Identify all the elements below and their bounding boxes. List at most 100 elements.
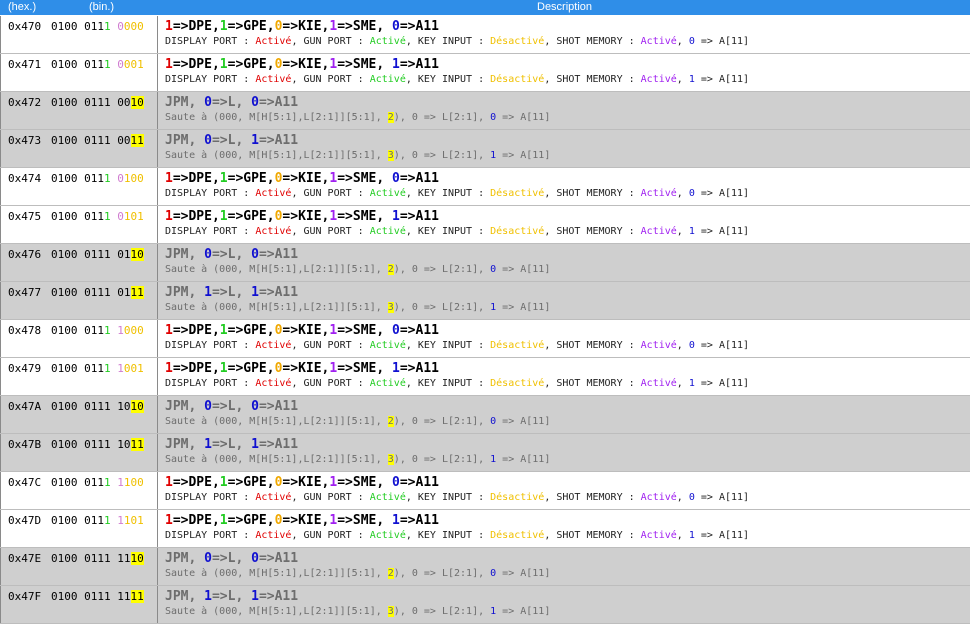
jpm-label: JPM, [165, 399, 205, 414]
hex-code: 0x47A [8, 400, 42, 413]
binary-digits-highlighted: 11 [130, 286, 144, 299]
table-row[interactable]: 0x47D 0100 0111 1101 1=>DPE,1=>GPE,0=>KIE,… [0, 510, 970, 548]
binary-digits-highlighted: 10 [130, 248, 144, 261]
binary-nibble-low: 0001 [117, 58, 144, 71]
binary-nibble-low: 1000 [117, 324, 144, 337]
hex-code: 0x47E [8, 552, 42, 565]
jpm-label: JPM, [165, 437, 205, 452]
hex-code: 0x471 [8, 58, 42, 71]
kie-label: =>KIE, [282, 513, 330, 528]
hex-code: 0x479 [8, 362, 42, 375]
instruction-mnemonic: JPM, 1=>L, 1=>A11 [165, 437, 550, 453]
table-row[interactable]: 0x470 0100 0111 0000 1=>DPE,1=>GPE,0=>KIE,… [0, 16, 970, 54]
a11-label: =>A11 [399, 513, 439, 528]
table-row[interactable]: 0x47A 0100 0111 1010 JPM, 0=>L, 0=>A11 Saut… [0, 396, 970, 434]
table-row[interactable]: 0x474 0100 0111 0100 1=>DPE,1=>GPE,0=>KIE,… [0, 168, 970, 206]
table-row[interactable]: 0x478 0100 0111 1000 1=>DPE,1=>GPE,0=>KIE,… [0, 320, 970, 358]
shot-memory-state: Activé [640, 530, 677, 541]
a11-label: => A[11] [496, 416, 551, 427]
a11-value: 1 [251, 133, 259, 148]
binary-nibble: 0111 [84, 476, 117, 489]
dpe-label: =>DPE, [172, 171, 220, 186]
description-cell: JPM, 0=>L, 1=>A11 Saute à (000, M[H[5:1],… [165, 133, 550, 163]
key-input-state: Désactivé [490, 226, 545, 237]
gun-port-state: Activé [369, 378, 406, 389]
binary-digit: 0 [84, 362, 91, 375]
key-input-state: Désactivé [490, 188, 545, 199]
a11-label: =>A11 [399, 323, 439, 338]
a11-value: 0 [392, 171, 400, 186]
hex-code: 0x47F [8, 590, 42, 603]
gpe-label: =>GPE, [227, 323, 275, 338]
gpe-label: =>GPE, [227, 361, 275, 376]
table-row[interactable]: 0x479 0100 0111 1001 1=>DPE,1=>GPE,0=>KIE,… [0, 358, 970, 396]
binary-nibble: 0100 [51, 590, 85, 603]
gpe-label: =>GPE, [227, 513, 275, 528]
l-reset-label: ), 0 => L[2:1], [393, 416, 491, 427]
a11-label: => A[11] [496, 150, 551, 161]
instruction-mnemonic: 1=>DPE,1=>GPE,0=>KIE,1=>SME, 0=>A11 [165, 475, 749, 491]
hex-code: 0x47B [8, 438, 42, 451]
jump-target-label: Saute à (000, M[H[5:1],L[2:1]][5:1], [165, 454, 388, 465]
binary-nibble: 0100 [51, 248, 85, 261]
table-row[interactable]: 0x476 0100 0111 0110 JPM, 0=>L, 0=>A11 Saut… [0, 244, 970, 282]
table-row[interactable]: 0x472 0100 0111 0010 JPM, 0=>L, 0=>A11 Saut… [0, 92, 970, 130]
table-row[interactable]: 0x47C 0100 0111 1100 1=>DPE,1=>GPE,0=>KIE,… [0, 472, 970, 510]
a11-value: 0 [251, 399, 259, 414]
binary-digit: 0 [137, 476, 144, 489]
shot-memory-label: , SHOT MEMORY : [544, 188, 641, 199]
a11-label: =>A11 [258, 247, 299, 262]
l-label: =>L, [211, 133, 252, 148]
jump-target-label: Saute à (000, M[H[5:1],L[2:1]][5:1], [165, 568, 388, 579]
binary-digits-highlighted: 10 [130, 552, 144, 565]
hex-code: 0x47D [8, 514, 42, 527]
table-row[interactable]: 0x477 0100 0111 0111 JPM, 1=>L, 1=>A11 Saut… [0, 282, 970, 320]
binary-digit: 0 [84, 58, 91, 71]
table-row[interactable]: 0x47B 0100 0111 1011 JPM, 1=>L, 1=>A11 Saut… [0, 434, 970, 472]
sme-label: =>SME, [337, 171, 393, 186]
l-value: 1 [204, 589, 212, 604]
dpe-label: =>DPE, [172, 209, 220, 224]
binary-code: 0100 0111 1100 [51, 476, 144, 489]
binary-digit: 0 [117, 20, 124, 33]
key-input-label: , KEY INPUT : [405, 378, 491, 389]
l-label: =>L, [211, 437, 252, 452]
a11-label: => A[11] [496, 302, 551, 313]
a11-value: 1 [392, 57, 400, 72]
binary-digit: 1 [137, 58, 144, 71]
binary-code: 0100 0111 0111 [51, 286, 144, 299]
binary-nibble: 0111 [84, 324, 117, 337]
a11-label: => A[11] [694, 74, 750, 85]
table-row[interactable]: 0x475 0100 0111 0101 1=>DPE,1=>GPE,0=>KIE,… [0, 206, 970, 244]
gpe-label: =>GPE, [227, 209, 275, 224]
binary-digit: 1 [97, 362, 104, 375]
table-row[interactable]: 0x47F 0100 0111 1111 JPM, 1=>L, 1=>A11 Saut… [0, 586, 970, 624]
display-port-state: Activé [255, 226, 292, 237]
binary-digit: 0 [123, 362, 131, 375]
shot-memory-label: , SHOT MEMORY : [544, 378, 641, 389]
opcode-cell: 0x47D 0100 0111 1101 [0, 510, 158, 547]
dpe-label: =>DPE, [172, 323, 220, 338]
binary-digit: 0 [84, 210, 91, 223]
binary-digit: 1 [104, 20, 111, 33]
instruction-detail: DISPLAY PORT : Activé, GUN PORT : Activé… [165, 35, 749, 49]
display-port-state: Activé [255, 492, 292, 503]
kie-label: =>KIE, [282, 361, 330, 376]
opcode-cell: 0x473 0100 0111 0011 [0, 130, 158, 167]
opcode-cell: 0x47F 0100 0111 1111 [0, 586, 158, 623]
binary-code: 0100 0111 0100 [51, 172, 144, 185]
table-row[interactable]: 0x47E 0100 0111 1110 JPM, 0=>L, 0=>A11 Saut… [0, 548, 970, 586]
table-row[interactable]: 0x471 0100 0111 0001 1=>DPE,1=>GPE,0=>KIE,… [0, 54, 970, 92]
jump-target-label: Saute à (000, M[H[5:1],L[2:1]][5:1], [165, 606, 388, 617]
bin-column-header: (bin.) [89, 1, 115, 13]
binary-digit: 1 [117, 514, 124, 527]
separator: , [676, 226, 689, 237]
key-input-state: Désactivé [490, 378, 545, 389]
binary-code: 0100 0111 0101 [51, 210, 144, 223]
hex-column-header: (hex.) [8, 1, 37, 13]
table-row[interactable]: 0x473 0100 0111 0011 JPM, 0=>L, 1=>A11 Saut… [0, 130, 970, 168]
description-cell: JPM, 1=>L, 1=>A11 Saute à (000, M[H[5:1],… [165, 437, 550, 467]
a11-label: => A[11] [496, 454, 551, 465]
a11-label: =>A11 [258, 551, 299, 566]
binary-nibble: 0100 [51, 96, 85, 109]
